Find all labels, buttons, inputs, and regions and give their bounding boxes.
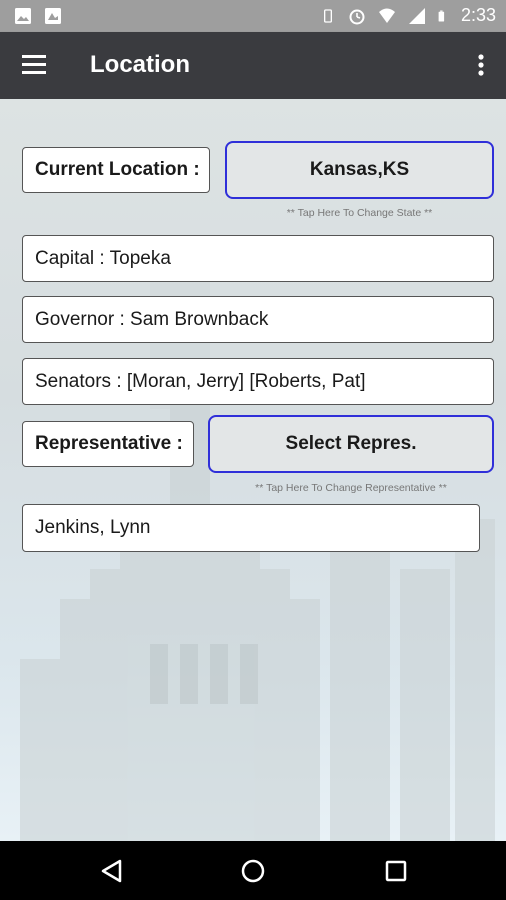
current-location-label: Current Location :: [22, 147, 210, 193]
change-state-button[interactable]: Kansas,KS: [225, 141, 494, 199]
representative-label: Representative :: [22, 421, 194, 467]
capital-field: Capital : Topeka: [22, 235, 494, 282]
location-content: Current Location : Kansas,KS ** Tap Here…: [0, 99, 506, 841]
more-vertical-icon[interactable]: [474, 52, 488, 80]
recents-icon[interactable]: [380, 855, 412, 887]
wifi-icon: [378, 8, 395, 23]
change-state-hint: ** Tap Here To Change State **: [286, 207, 433, 219]
governor-field: Governor : Sam Brownback: [22, 296, 494, 343]
select-representative-button[interactable]: Select Repres.: [208, 415, 494, 473]
page-title: Location: [90, 51, 190, 78]
photo-icon: [45, 8, 61, 24]
change-representative-hint: ** Tap Here To Change Representative **: [255, 482, 447, 494]
senators-field: Senators : [Moran, Jerry] [Roberts, Pat]: [22, 358, 494, 405]
home-icon[interactable]: [237, 855, 269, 887]
status-clock: 2:33: [460, 5, 496, 25]
image-icon: [15, 8, 31, 24]
representative-name-field: Jenkins, Lynn: [22, 504, 480, 552]
phone-icon: [323, 8, 332, 23]
app-bar: Location: [0, 32, 506, 99]
battery-icon: [438, 10, 445, 21]
navigation-bar: [0, 841, 506, 900]
signal-icon: [408, 7, 425, 24]
status-bar: 2:33: [0, 0, 506, 32]
hamburger-menu-icon[interactable]: [20, 52, 50, 78]
alarm-icon: [349, 9, 365, 24]
back-icon[interactable]: [96, 855, 128, 887]
